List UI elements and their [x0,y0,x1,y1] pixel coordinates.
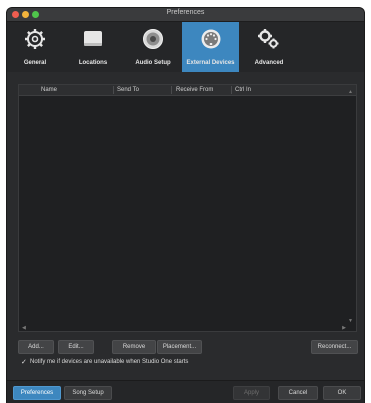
notify-unavailable-label: Notify me if devices are unavailable whe… [30,359,189,365]
column-header-name[interactable]: Name [41,85,57,95]
checkmark-icon[interactable]: ✓ [21,358,27,367]
tab-external-devices-label: External Devices [186,60,235,66]
preferences-window: Preferences General Locations Audio Setu… [7,8,364,403]
remove-device-button[interactable]: Remove [112,340,156,354]
tab-external-devices[interactable]: External Devices [182,22,239,72]
tab-audio-setup-label: Audio Setup [135,60,171,66]
tab-advanced[interactable]: Advanced [241,22,297,72]
midi-connector-icon [201,29,220,49]
scroll-up-arrow-icon[interactable]: ▲ [348,87,353,97]
speaker-icon [143,29,163,49]
preferences-toggle-button[interactable]: Preferences [13,386,61,400]
tab-general-label: General [23,60,47,66]
tab-general[interactable]: General [7,22,63,72]
tab-advanced-label: Advanced [254,60,284,66]
column-divider [113,86,114,94]
cancel-button[interactable]: Cancel [278,386,318,400]
external-devices-table[interactable]: Name Send To Receive From Ctrl In ▲ ▼ ◀ … [18,84,357,332]
column-divider [171,86,172,94]
tab-audio-setup[interactable]: Audio Setup [125,22,181,72]
ok-button[interactable]: OK [323,386,361,400]
tab-locations-label: Locations [78,60,108,66]
preferences-toolbar: General Locations Audio Setup External D… [7,22,364,72]
scroll-left-arrow-icon[interactable]: ◀ [22,325,26,331]
window-title: Preferences [166,9,205,16]
title-bar[interactable]: Preferences [7,8,364,22]
add-device-button[interactable]: Add... [18,340,54,354]
placement-button[interactable]: Placement... [157,340,202,354]
gears-icon [258,29,279,49]
apply-button[interactable]: Apply [233,386,270,400]
column-header-send-to[interactable]: Send To [117,85,139,95]
reconnect-button[interactable]: Reconnect... [311,340,358,354]
column-header-receive-from[interactable]: Receive From [176,85,213,95]
column-header-ctrl-in[interactable]: Ctrl In [235,85,251,95]
scroll-right-arrow-icon[interactable]: ▶ [342,325,346,331]
table-header: Name Send To Receive From Ctrl In ▲ [19,85,356,96]
footer-bar: Preferences Song Setup Apply Cancel OK [7,380,364,403]
folder-icon [84,31,102,46]
column-divider [231,86,232,94]
scroll-down-arrow-icon[interactable]: ▼ [348,318,353,324]
edit-device-button[interactable]: Edit... [58,340,94,354]
tab-locations[interactable]: Locations [65,22,121,72]
song-setup-toggle-button[interactable]: Song Setup [64,386,112,400]
gear-icon [25,29,45,49]
